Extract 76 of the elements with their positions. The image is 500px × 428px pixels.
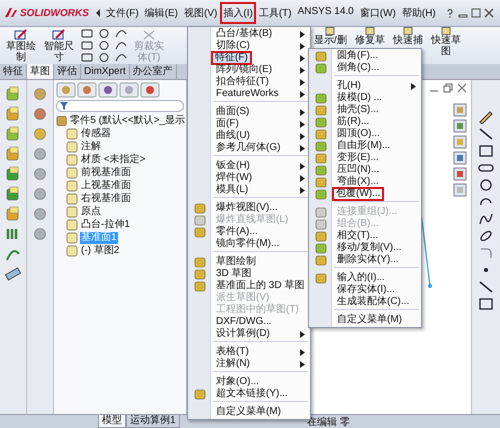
menu-item[interactable]: 保存实体(I)...	[334, 284, 398, 296]
tree-item[interactable]: 零件5 (默认<<默认>_显示	[69, 114, 186, 126]
menu-item[interactable]: 超文本链接(Y)...	[213, 388, 291, 400]
menu-item[interactable]: FeatureWorks	[213, 88, 282, 100]
menu-item[interactable]: 模具(L)	[213, 184, 252, 196]
menu-item[interactable]: 抽壳(S)...	[334, 104, 382, 116]
menu-item[interactable]: 删除实体(Y)...	[334, 254, 402, 266]
menu-item[interactable]: 参考几何体(G)	[213, 142, 284, 154]
menu-item[interactable]: 零件(A)...	[213, 226, 261, 238]
menu-item[interactable]: 移动/复制(V)...	[334, 242, 404, 254]
menu-item[interactable]: 曲面(S)	[213, 106, 252, 118]
menu-item[interactable]: 插入(I)	[220, 2, 256, 24]
ribbon-button[interactable]: 修复草	[352, 27, 387, 47]
menu-item[interactable]: 钣金(H)	[213, 160, 253, 172]
menu-item[interactable]: 切除(C)	[213, 40, 253, 52]
tree-item[interactable]: 材质 <未指定>	[80, 154, 146, 166]
menu-item[interactable]: 倒角(C)...	[334, 62, 382, 74]
menu-item[interactable]: 生成装配体(C)...	[334, 296, 412, 308]
tree-item[interactable]: 原点	[80, 206, 102, 218]
menu-item[interactable]: 弯曲(X)...	[334, 176, 382, 188]
ribbon-button[interactable]: 快速草图	[428, 27, 463, 58]
menu-item[interactable]: 输入的(I)...	[334, 272, 388, 284]
menu-item[interactable]: 对象(O)...	[213, 376, 262, 388]
menu-item[interactable]: 面(F)	[213, 118, 242, 130]
menu-item[interactable]: 相交(T)...	[334, 230, 382, 242]
menu-item[interactable]: 阵列/镜向(E)	[213, 64, 276, 76]
tree-item[interactable]: 凸台-拉伸1	[80, 218, 131, 230]
menu-item[interactable]: 自定义菜单(M)	[334, 314, 405, 326]
menu-item[interactable]: 爆炸视图(V)...	[213, 202, 281, 214]
menu-item[interactable]: 自定义菜单(M)	[213, 406, 284, 418]
ribbon-button[interactable]: 显示/删	[312, 27, 349, 47]
tree-item[interactable]: 右视基准面	[80, 192, 132, 204]
menu-item[interactable]: 焊件(W)	[213, 172, 256, 184]
menu-item[interactable]: ANSYS 14.0	[294, 2, 357, 24]
menu-item[interactable]: 3D 草图	[213, 268, 255, 280]
menu-item[interactable]: 凸台/基体(B)	[213, 28, 276, 40]
menu-item[interactable]: 圆角(F)...	[334, 50, 382, 62]
menu-item[interactable]: 压凹(N)...	[334, 164, 382, 176]
tree-item[interactable]: 前视基准面	[80, 166, 132, 178]
menu-item[interactable]: 注解(N)	[213, 358, 253, 370]
bottom-tab[interactable]: 运动算例1	[126, 415, 180, 428]
menu-item[interactable]: 变形(E)...	[334, 152, 382, 164]
ribbon-tab[interactable]: 办公室产	[130, 64, 177, 79]
ribbon-button[interactable]: 智能尺寸	[42, 28, 76, 64]
menu-item[interactable]: 文件(F)	[102, 2, 142, 24]
ribbon-tab[interactable]: DimXpert	[81, 64, 130, 79]
menu-item[interactable]: 孔(H)	[334, 80, 364, 92]
menu-item[interactable]: 草图绘制	[213, 256, 259, 268]
menu-item[interactable]: 扣合特征(T)	[213, 76, 272, 88]
menu-item[interactable]: 自由形(M)...	[334, 140, 394, 152]
menu-item[interactable]: 窗口(W)	[356, 2, 399, 24]
ribbon-tab[interactable]: 草图	[27, 64, 54, 79]
menu-item[interactable]: 拔模(D) ...	[334, 92, 385, 104]
tree-item[interactable]: (-) 草图2	[80, 244, 120, 256]
menu-item[interactable]: 圆顶(O)...	[334, 128, 383, 140]
menu-item[interactable]: 曲线(U)	[213, 130, 253, 142]
ribbon-tab[interactable]: 评估	[54, 64, 81, 79]
menu-item[interactable]: 视图(V)	[181, 2, 220, 24]
tree-item[interactable]: 注解	[80, 140, 102, 152]
menu-item[interactable]: 镜向零件(M)...	[213, 238, 282, 250]
menu-item[interactable]: 基准面上的 3D 草图	[213, 280, 308, 292]
menu-item[interactable]: 帮助(H)	[398, 2, 439, 24]
menu-item[interactable]: 工具(T)	[256, 2, 295, 24]
menu-item[interactable]: 编辑(E)	[142, 2, 182, 24]
bottom-tab[interactable]: 模型	[98, 415, 126, 428]
menu-item[interactable]: DXF/DWG...	[213, 316, 275, 328]
menu-item[interactable]: 表格(T)	[213, 346, 252, 358]
tree-item[interactable]: 上视基准面	[80, 180, 132, 192]
ribbon-button[interactable]: 快速捕	[390, 27, 425, 47]
logo-text: SOLIDWORKS	[20, 8, 89, 18]
tree-item[interactable]: 传感器	[80, 128, 112, 140]
menu-item[interactable]: 设计算例(D)	[213, 328, 273, 340]
menu-item[interactable]: 包覆(W)...	[332, 187, 384, 201]
ribbon-button[interactable]: 草图绘制	[4, 28, 38, 64]
menu-item[interactable]: 筋(R)...	[334, 116, 372, 128]
menu-item[interactable]: 特征(F)	[211, 51, 252, 65]
